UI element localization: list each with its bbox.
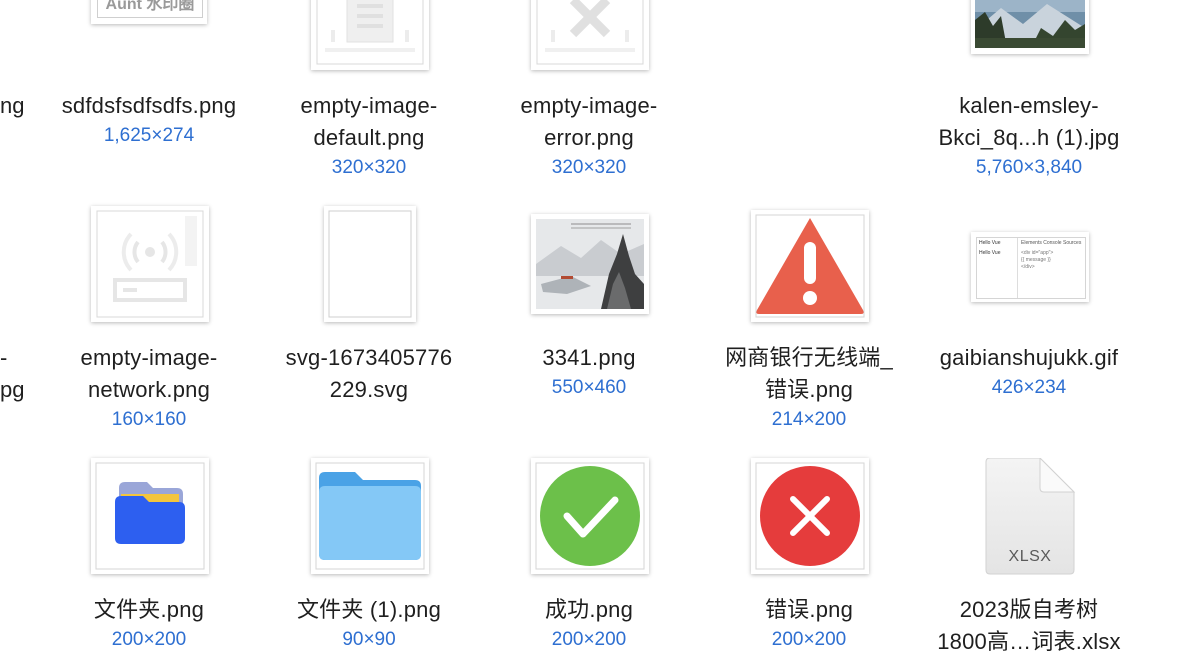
preview-title-2: Hello Vue [979, 250, 1001, 256]
folder-icon [95, 462, 205, 570]
file-name-line: empty-image- [80, 345, 218, 370]
no-network-icon [96, 210, 204, 318]
file-name: kalen-emsley- Bkci_8q...h (1).jpg [914, 90, 1144, 154]
warning-triangle-icon [755, 214, 865, 318]
file-name-line: network.png [87, 377, 211, 402]
file-name-line: gaibianshujukk.gif [939, 345, 1119, 370]
file-name: empty-image- error.png [474, 90, 704, 154]
file-thumbnail: Aunt 水印圈 [91, 0, 207, 24]
file-dimensions: 200×200 [551, 629, 627, 650]
ink-painting-thumbnail [536, 219, 644, 309]
file-dimensions: 160×160 [111, 409, 187, 430]
file-name-line: 文件夹.png [93, 597, 205, 622]
file-name-line: ng [0, 93, 25, 118]
file-dimensions: 5,760×3,840 [975, 157, 1083, 178]
broken-image-icon [536, 0, 644, 65]
file-thumbnail [531, 214, 649, 314]
preview-code: <div id="app"> {{ message }} </div> [1021, 250, 1054, 270]
preview-tabs: Elements Console Sources [1021, 240, 1082, 246]
blank-svg-preview [328, 210, 412, 318]
file-name-line: 3341.png [542, 345, 636, 370]
file-name-line: empty-image- [520, 93, 658, 118]
file-name-line: 错误.png [764, 597, 854, 622]
file-name: svg-1673405776 229.svg [254, 342, 484, 406]
file-name: sdfdsfsdfsdfs.png [34, 90, 264, 122]
file-thumbnail [91, 458, 209, 574]
file-thumbnail [751, 210, 869, 322]
file-item-3341[interactable]: 3341.png 550×460 [474, 206, 704, 406]
file-name-line: default.png [313, 125, 425, 150]
file-item-folder-1[interactable]: 文件夹 (1).png 90×90 [254, 458, 484, 658]
file-thumbnail [751, 458, 869, 574]
file-item-empty-image-error[interactable]: empty-image- error.png 320×320 [474, 0, 704, 190]
file-dimensions: 320×320 [551, 157, 627, 178]
file-dimensions: 1,625×274 [103, 125, 195, 146]
file-name: gaibianshujukk.gif [914, 342, 1144, 374]
devtools-preview: Hello Vue Hello Vue Elements Console Sou… [976, 237, 1086, 299]
file-dimensions: 320×320 [331, 157, 407, 178]
file-name: 网商银行无线端_ 错误.png [694, 342, 924, 406]
folder-icon [315, 462, 425, 570]
file-thumbnail [971, 0, 1089, 54]
file-item-empty-image-network[interactable]: empty-image- network.png 160×160 [34, 206, 264, 436]
file-name-line: pg [0, 377, 25, 402]
file-name-line: 错误.png [764, 377, 854, 402]
file-name-line: 网商银行无线端_ [725, 345, 893, 370]
landscape-photo-thumbnail [975, 0, 1085, 48]
file-dimensions: 200×200 [771, 629, 847, 650]
file-name-edge-row2[interactable]: - pg [0, 342, 24, 406]
file-grid: ng Aunt 水印圈 sdfdsfsdfsdfs.png 1,625×274 [0, 0, 1197, 667]
error-x-icon [755, 462, 865, 570]
file-name: 3341.png [474, 342, 704, 374]
file-thumbnail [531, 458, 649, 574]
file-item-xlsx[interactable]: XLSX 2023版自考树 1800高…词表.xlsx [914, 458, 1144, 667]
file-name-line: empty-image- [300, 93, 438, 118]
file-thumbnail [91, 206, 209, 322]
file-name: empty-image- default.png [254, 90, 484, 154]
file-name: 文件夹.png [34, 594, 264, 626]
file-name-line: sdfdsfsdfsdfs.png [61, 93, 237, 118]
file-name-line: error.png [544, 125, 634, 150]
file-item-success[interactable]: 成功.png 200×200 [474, 458, 704, 658]
file-item-folder-png[interactable]: 文件夹.png 200×200 [34, 458, 264, 658]
document-placeholder-icon [316, 0, 424, 65]
file-thumbnail [531, 0, 649, 70]
file-name-line: 229.svg [329, 377, 409, 402]
file-thumbnail [311, 458, 429, 574]
file-thumbnail [311, 0, 429, 70]
file-name-line: 文件夹 (1).png [296, 597, 442, 622]
file-item-error[interactable]: 错误.png 200×200 [694, 458, 924, 658]
file-thumbnail: XLSX [984, 458, 1076, 578]
file-name-line: 1800高…词表.xlsx [937, 629, 1121, 654]
file-item-wangshang-error[interactable]: 网商银行无线端_ 错误.png 214×200 [694, 206, 924, 436]
watermark-preview: Aunt 水印圈 [97, 0, 203, 18]
file-item-kalen-emsley[interactable]: kalen-emsley- Bkci_8q...h (1).jpg 5,760×… [914, 0, 1144, 190]
file-name: empty-image- network.png [34, 342, 264, 406]
file-dimensions: 550×460 [551, 377, 627, 398]
file-item-sdfdsfsdfsdfs[interactable]: Aunt 水印圈 sdfdsfsdfsdfs.png 1,625×274 [34, 0, 264, 160]
file-dimensions: 200×200 [111, 629, 187, 650]
file-name-line: svg-1673405776 [285, 345, 453, 370]
file-name: 文件夹 (1).png [254, 594, 484, 626]
file-name: 成功.png [474, 594, 704, 626]
file-item-gaibianshujukk[interactable]: Hello Vue Hello Vue Elements Console Sou… [914, 206, 1144, 406]
file-dimensions: 426×234 [991, 377, 1067, 398]
file-name: 错误.png [694, 594, 924, 626]
file-type-label: XLSX [1008, 548, 1052, 565]
file-thumbnail: Hello Vue Hello Vue Elements Console Sou… [971, 232, 1089, 302]
file-dimensions: 90×90 [342, 629, 396, 650]
file-name-line: 2023版自考树 [959, 597, 1099, 622]
file-item-svg[interactable]: svg-1673405776 229.svg [254, 206, 484, 406]
file-name-line: Bkci_8q...h (1).jpg [938, 125, 1120, 150]
file-dimensions: 214×200 [771, 409, 847, 430]
file-item-empty-image-default[interactable]: empty-image- default.png 320×320 [254, 0, 484, 190]
file-name-line: - [0, 345, 8, 370]
preview-title: Hello Vue [979, 240, 1001, 246]
file-name: 2023版自考树 1800高…词表.xlsx [914, 594, 1144, 658]
checkmark-icon [535, 462, 645, 570]
file-name-edge-row1[interactable]: ng [0, 90, 24, 122]
file-name-line: kalen-emsley- [959, 93, 1099, 118]
file-name-line: 成功.png [544, 597, 634, 622]
file-thumbnail [324, 206, 416, 322]
